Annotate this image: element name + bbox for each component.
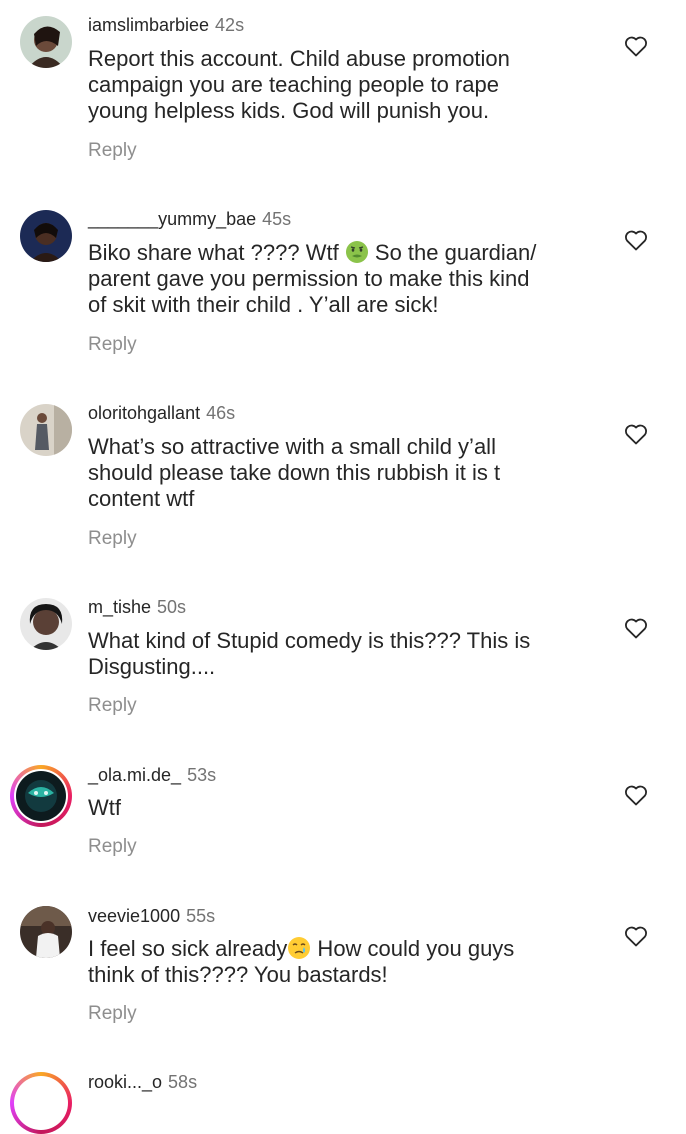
comment-line: of skit with their child . Y’all are sic…	[88, 292, 439, 317]
reply-button[interactable]: Reply	[88, 695, 137, 717]
comment-text-part: How could you guys	[311, 936, 515, 961]
comment-line: Biko share what ???? Wtf So the guardian…	[88, 240, 588, 266]
comment-text-part: So the guardian/	[368, 240, 537, 265]
timestamp: 42s	[215, 15, 245, 35]
comment-header: m_tishe 50s	[88, 596, 186, 618]
avatar[interactable]	[20, 598, 72, 650]
reply-button[interactable]: Reply	[88, 528, 137, 550]
avatar[interactable]	[20, 16, 72, 68]
nauseated-face-emoji	[345, 241, 368, 263]
reply-button[interactable]: Reply	[88, 140, 137, 162]
heart-icon[interactable]	[624, 617, 648, 639]
timestamp: 45s	[262, 209, 292, 229]
username[interactable]: rooki..._o	[88, 1072, 162, 1092]
timestamp: 55s	[186, 906, 216, 926]
avatar	[14, 769, 68, 823]
crying-face-emoji	[288, 937, 311, 959]
heart-icon[interactable]	[624, 925, 648, 947]
comment-line: Disgusting....	[88, 654, 216, 679]
comment-text: Biko share what ???? Wtf So the guardian…	[88, 240, 588, 318]
heart-icon[interactable]	[624, 35, 648, 57]
heart-icon[interactable]	[624, 784, 648, 806]
comment-text: Wtf	[88, 795, 588, 821]
heart-icon[interactable]	[624, 423, 648, 445]
avatar-story-ring[interactable]	[10, 765, 72, 827]
comment-header: oloritohgallant 46s	[88, 402, 235, 424]
username[interactable]: m_tishe	[88, 597, 151, 617]
username[interactable]: iamslimbarbiee	[88, 15, 209, 35]
comment-line: should please take down this rubbish it …	[88, 460, 501, 485]
avatar[interactable]	[20, 404, 72, 456]
comment-header: _______yummy_bae 45s	[88, 208, 291, 230]
comment-line: content wtf	[88, 486, 195, 511]
avatar-story-ring[interactable]	[10, 1072, 72, 1134]
comment-header: rooki..._o 58s	[88, 1071, 197, 1093]
avatar	[14, 1076, 68, 1130]
comment-line: What’s so attractive with a small child …	[88, 434, 496, 459]
timestamp: 46s	[206, 403, 236, 423]
comment-line: What kind of Stupid comedy is this??? Th…	[88, 628, 531, 653]
comment-header: iamslimbarbiee 42s	[88, 14, 244, 36]
comment-header: veevie1000 55s	[88, 905, 215, 927]
comment-text-part: I feel so sick already	[88, 936, 288, 961]
comment-line: Wtf	[88, 795, 121, 820]
username[interactable]: veevie1000	[88, 906, 180, 926]
comment-text-part: Biko share what ???? Wtf	[88, 240, 345, 265]
comment-text: What kind of Stupid comedy is this??? Th…	[88, 628, 588, 680]
reply-button[interactable]: Reply	[88, 836, 137, 858]
comment-line: campaign you are teaching people to rape	[88, 72, 499, 97]
comment-text: What’s so attractive with a small child …	[88, 434, 588, 512]
comment-line: young helpless kids. God will punish you…	[88, 98, 490, 123]
comment-line: parent gave you permission to make this …	[88, 266, 530, 291]
username[interactable]: oloritohgallant	[88, 403, 200, 423]
heart-icon[interactable]	[624, 229, 648, 251]
timestamp: 50s	[157, 597, 187, 617]
avatar[interactable]	[20, 210, 72, 262]
comment-line: Report this account. Child abuse promoti…	[88, 46, 510, 71]
timestamp: 58s	[168, 1072, 198, 1092]
comment-line: think of this???? You bastards!	[88, 962, 388, 987]
comment-line: I feel so sick already How could you guy…	[88, 936, 588, 962]
username[interactable]: _ola.mi.de_	[88, 765, 181, 785]
comment-text: Report this account. Child abuse promoti…	[88, 46, 588, 124]
timestamp: 53s	[187, 765, 217, 785]
reply-button[interactable]: Reply	[88, 334, 137, 356]
reply-button[interactable]: Reply	[88, 1003, 137, 1025]
comment-header: _ola.mi.de_ 53s	[88, 764, 216, 786]
avatar[interactable]	[20, 906, 72, 958]
username[interactable]: _______yummy_bae	[88, 209, 256, 229]
comment-text: I feel so sick already How could you guy…	[88, 936, 588, 988]
